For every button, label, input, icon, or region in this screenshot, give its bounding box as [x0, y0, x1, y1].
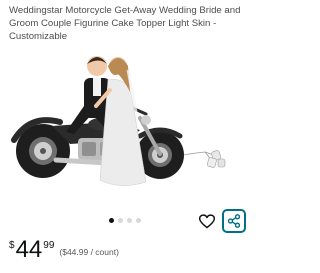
- share-icon: [227, 214, 241, 228]
- pagination-dot-1[interactable]: [109, 217, 114, 223]
- product-image[interactable]: [0, 40, 250, 208]
- favorite-button[interactable]: [197, 211, 217, 231]
- share-button[interactable]: [222, 209, 246, 233]
- product-title: Weddingstar Motorcycle Get-Away Wedding …: [9, 5, 241, 42]
- price-fraction: 99: [43, 240, 55, 251]
- price-currency: $: [9, 240, 15, 251]
- price: $ 44 99 ($44.99 / count): [9, 236, 119, 266]
- price-whole: 44: [15, 236, 43, 263]
- heart-icon: [199, 213, 215, 228]
- price-per-unit: ($44.99 / count): [59, 247, 119, 257]
- pagination-dot-4[interactable]: [136, 217, 141, 223]
- pagination-dot-3[interactable]: [127, 217, 132, 223]
- pagination-dot-2[interactable]: [118, 217, 123, 223]
